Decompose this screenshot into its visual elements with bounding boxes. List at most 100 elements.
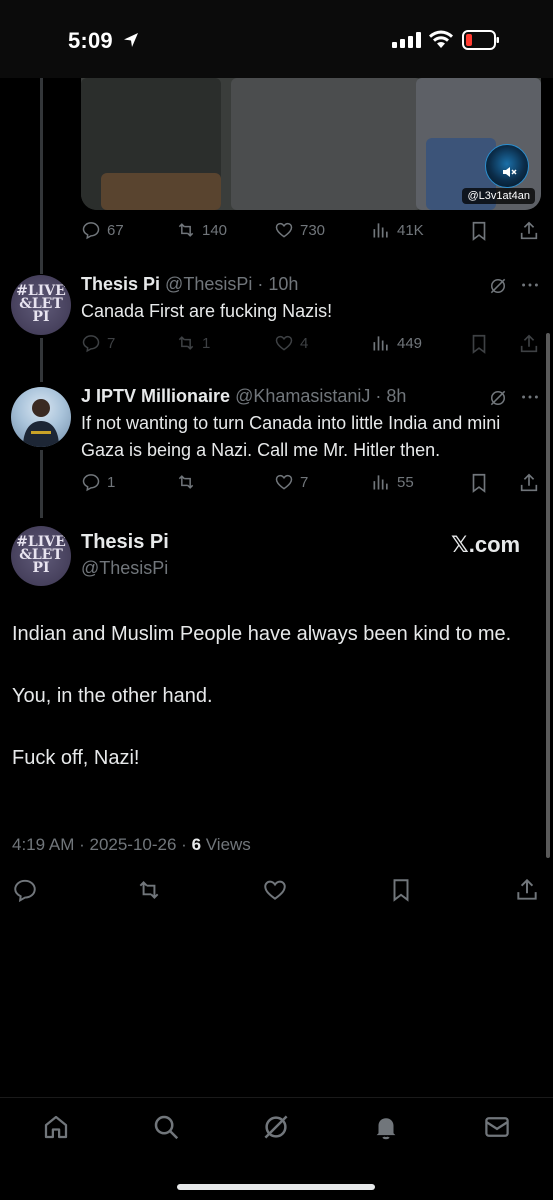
retweet-button[interactable]: 140 [176, 220, 227, 240]
status-bar: 5:09 [0, 0, 553, 78]
main-tweet-actions [12, 877, 542, 903]
cellular-signal-icon [392, 32, 421, 48]
reply2-actions: 1 7 55 [81, 472, 541, 498]
retweet-button[interactable] [176, 472, 202, 492]
handle[interactable]: @KhamasistaniJ [235, 386, 370, 406]
battery-low-icon [462, 30, 499, 50]
timestamp[interactable]: 8h [386, 386, 406, 406]
search-icon[interactable] [151, 1112, 181, 1142]
reply-button[interactable]: 1 [81, 472, 115, 492]
heart-icon [275, 474, 293, 490]
prev-tweet-actions: 67 140 730 41K [81, 220, 541, 246]
tweet-date: 2025-10-26 [89, 835, 177, 854]
retweet-icon[interactable] [136, 877, 162, 903]
tweet-header: J IPTV Millionaire @KhamasistaniJ · 8h [81, 386, 406, 407]
avatar[interactable]: #LIVE &LET PI [11, 526, 71, 586]
like-button[interactable]: 4 [274, 333, 308, 353]
like-count: 4 [300, 334, 309, 352]
tweet-time: 4:19 AM [12, 835, 75, 854]
retweet-icon [178, 336, 194, 350]
home-icon[interactable] [41, 1112, 71, 1142]
reply1-actions: 7 1 4 449 [81, 333, 541, 359]
display-name[interactable]: Thesis Pi [81, 274, 160, 294]
tweet-meta: 4:19 AM · 2025-10-26 · 6 Views [12, 835, 251, 855]
tweet-paragraph: Fuck off, Nazi! [12, 747, 140, 769]
grok-icon[interactable] [261, 1112, 291, 1142]
status-time: 5:09 [68, 28, 113, 53]
views-icon [373, 475, 388, 490]
separator-dot: · [370, 386, 387, 406]
views-count: 449 [397, 334, 423, 352]
more-icon[interactable] [519, 386, 541, 408]
share-icon[interactable] [514, 877, 540, 903]
notifications-icon[interactable] [371, 1112, 401, 1142]
reply-count: 1 [107, 473, 116, 491]
x-com-watermark: 𝕏.com [451, 532, 521, 557]
more-icon[interactable] [519, 274, 541, 296]
separator-dot: · [176, 835, 192, 854]
views-count: 55 [397, 473, 414, 491]
media-figure [101, 173, 221, 210]
home-indicator [177, 1184, 375, 1190]
share-icon[interactable] [518, 333, 540, 355]
timestamp[interactable]: 10h [268, 274, 298, 294]
reply-button[interactable]: 7 [81, 333, 115, 353]
display-name[interactable]: Thesis Pi [81, 531, 169, 554]
views-button[interactable]: 449 [371, 333, 422, 353]
thread-line [40, 78, 43, 274]
wifi-icon [429, 30, 453, 48]
heart-icon [275, 222, 293, 238]
views-count: 6 [191, 835, 202, 854]
views-count: 41K [397, 221, 424, 239]
tweet-paragraph: You, in the other hand. [12, 685, 213, 707]
reply-button[interactable]: 67 [81, 220, 124, 240]
avatar-logo-text: #LIVE &LET PI [16, 283, 66, 325]
views-button[interactable]: 41K [371, 220, 424, 240]
retweet-button[interactable]: 1 [176, 333, 210, 353]
like-button[interactable]: 7 [274, 472, 308, 492]
tweet-text: Canada First are fucking Nazis! [81, 301, 333, 321]
tweet-media-video[interactable]: @L3v1at4an [81, 78, 541, 210]
avatar[interactable]: #LIVE &LET PI [11, 275, 71, 335]
handle[interactable]: @ThesisPi [81, 558, 168, 579]
avatar[interactable] [11, 387, 71, 447]
tweet-paragraph: Indian and Muslim People have always bee… [12, 623, 512, 645]
scrollbar[interactable] [546, 333, 550, 858]
share-icon[interactable] [518, 472, 540, 494]
share-icon[interactable] [518, 220, 540, 242]
separator-dot: · [252, 274, 269, 294]
bookmark-icon[interactable] [468, 220, 490, 242]
tweet-header: Thesis Pi @ThesisPi · 10h [81, 274, 298, 295]
views-button[interactable]: 55 [371, 472, 414, 492]
display-name[interactable]: J IPTV Millionaire [81, 386, 230, 406]
grok-icon[interactable] [488, 388, 508, 408]
reply-count: 67 [107, 221, 124, 239]
like-button[interactable]: 730 [274, 220, 325, 240]
views-label[interactable]: Views [206, 835, 251, 854]
bookmark-icon[interactable] [388, 877, 414, 903]
thread-line [40, 338, 43, 382]
tweet-text: If not wanting to turn Canada into littl… [81, 413, 501, 460]
retweet-icon [178, 223, 194, 237]
views-icon [373, 336, 388, 351]
tweet-text: Indian and Muslim People have always bee… [12, 620, 542, 806]
reply-icon [82, 222, 100, 240]
reply-icon [82, 474, 100, 492]
heart-icon [275, 335, 293, 351]
media-figure [231, 78, 421, 210]
heart-icon[interactable] [262, 877, 288, 903]
views-icon [373, 223, 388, 238]
grok-icon[interactable] [488, 276, 508, 296]
bookmark-icon[interactable] [468, 333, 490, 355]
reply-count: 7 [107, 334, 116, 352]
avatar-logo-text: #LIVE &LET PI [16, 534, 66, 576]
messages-icon[interactable] [482, 1112, 512, 1142]
bookmark-icon[interactable] [468, 472, 490, 494]
mute-icon[interactable] [501, 164, 517, 180]
avatar-person-figure [23, 399, 59, 447]
handle[interactable]: @ThesisPi [165, 274, 252, 294]
like-count: 7 [300, 473, 309, 491]
reply-icon[interactable] [12, 877, 38, 903]
retweet-icon [178, 475, 194, 489]
media-watermark: @L3v1at4an [462, 188, 535, 204]
